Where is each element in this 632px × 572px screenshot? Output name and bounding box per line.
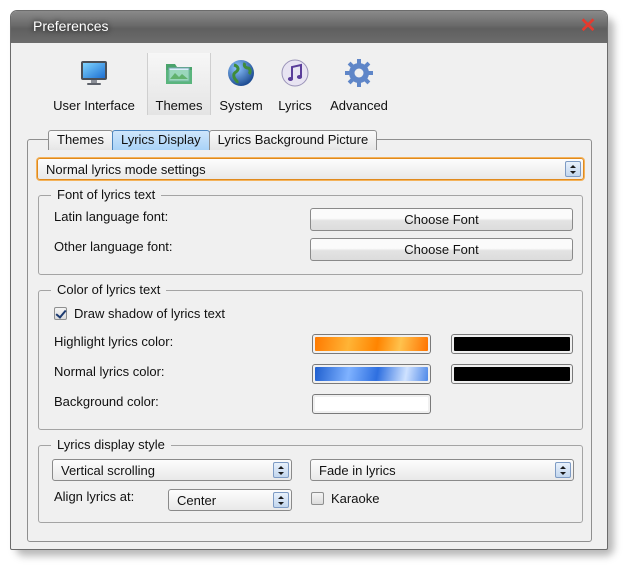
highlight-shadow-fill: [454, 337, 570, 351]
toolbar-label-advanced: Advanced: [330, 98, 388, 113]
music-note-icon: [281, 59, 309, 87]
font-of-lyrics-group: Font of lyrics text Latin language font:…: [38, 187, 583, 275]
toolbar-item-lyrics[interactable]: Lyrics: [269, 53, 321, 115]
latin-font-label: Latin language font:: [54, 209, 169, 224]
toolbar-item-system[interactable]: System: [213, 53, 269, 115]
window-title: Preferences: [33, 18, 109, 34]
dropdown-arrow-icon: [273, 462, 289, 478]
normal-color-swatch[interactable]: [312, 364, 431, 384]
dropdown-arrow-icon: [555, 462, 571, 478]
color-of-lyrics-group: Color of lyrics text Draw shadow of lyri…: [38, 282, 583, 430]
lyrics-effect-select[interactable]: Fade in lyrics: [310, 459, 574, 481]
highlight-color-fill: [315, 337, 428, 351]
tab-lyrics-background-picture[interactable]: Lyrics Background Picture: [208, 130, 378, 150]
close-icon: ✕: [579, 15, 597, 37]
scroll-mode-value: Vertical scrolling: [61, 463, 155, 478]
tab-lyrics-display[interactable]: Lyrics Display: [111, 130, 210, 150]
style-group-title: Lyrics display style: [51, 437, 171, 452]
choose-other-font-button[interactable]: Choose Font: [310, 238, 573, 261]
globe-icon: [228, 60, 254, 86]
highlight-color-swatch[interactable]: [312, 334, 431, 354]
toolbar-label-system: System: [219, 98, 263, 113]
normal-color-fill: [315, 367, 428, 381]
gear-icon: [345, 59, 373, 87]
align-lyrics-select[interactable]: Center: [168, 489, 292, 511]
toolbar-item-themes[interactable]: Themes: [147, 53, 211, 115]
lyrics-mode-value: Normal lyrics mode settings: [46, 162, 206, 177]
title-bar[interactable]: Preferences ✕: [11, 11, 607, 43]
lyrics-mode-select[interactable]: Normal lyrics mode settings: [37, 158, 584, 180]
window-client-area: User Interface Themes System Lyrics Adva…: [16, 43, 602, 545]
monitor-icon: [81, 61, 107, 85]
other-font-label: Other language font:: [54, 239, 173, 254]
toolbar-label-lyrics: Lyrics: [278, 98, 312, 113]
tab-themes[interactable]: Themes: [48, 130, 113, 150]
toolbar-item-advanced[interactable]: Advanced: [323, 53, 395, 115]
toolbar-label-themes: Themes: [155, 98, 203, 113]
karaoke-checkbox[interactable]: [311, 492, 324, 505]
draw-shadow-label: Draw shadow of lyrics text: [74, 306, 225, 321]
draw-shadow-checkbox[interactable]: [54, 307, 67, 320]
font-group-title: Font of lyrics text: [51, 187, 162, 202]
background-color-swatch[interactable]: [312, 394, 431, 414]
lyrics-display-style-group: Lyrics display style Vertical scrolling …: [38, 437, 583, 523]
themes-folder-icon: [166, 64, 192, 84]
normal-color-label: Normal lyrics color:: [54, 364, 165, 379]
close-button[interactable]: ✕: [579, 15, 597, 37]
dropdown-arrow-icon: [273, 492, 289, 508]
normal-shadow-fill: [454, 367, 570, 381]
color-group-title: Color of lyrics text: [51, 282, 167, 297]
dropdown-arrow-icon: [565, 161, 581, 177]
highlight-color-label: Highlight lyrics color:: [54, 334, 174, 349]
toolbar-label-user-interface: User Interface: [53, 98, 135, 113]
highlight-shadow-color-swatch[interactable]: [451, 334, 573, 354]
toolbar-item-user-interface[interactable]: User Interface: [43, 53, 145, 115]
karaoke-label: Karaoke: [331, 491, 380, 506]
lyrics-display-panel: Normal lyrics mode settings Font of lyri…: [27, 139, 592, 542]
align-lyrics-label: Align lyrics at:: [54, 489, 135, 504]
scroll-mode-select[interactable]: Vertical scrolling: [52, 459, 292, 481]
background-color-fill: [315, 397, 428, 411]
lyrics-effect-value: Fade in lyrics: [319, 463, 396, 478]
preferences-window: Preferences ✕ User Interface Themes Syst…: [10, 10, 608, 550]
choose-latin-font-button[interactable]: Choose Font: [310, 208, 573, 231]
background-color-label: Background color:: [54, 394, 159, 409]
tab-strip: Themes Lyrics Display Lyrics Background …: [48, 130, 378, 150]
category-toolbar: User Interface Themes System Lyrics Adva…: [43, 53, 395, 115]
normal-shadow-color-swatch[interactable]: [451, 364, 573, 384]
align-lyrics-value: Center: [177, 493, 217, 508]
